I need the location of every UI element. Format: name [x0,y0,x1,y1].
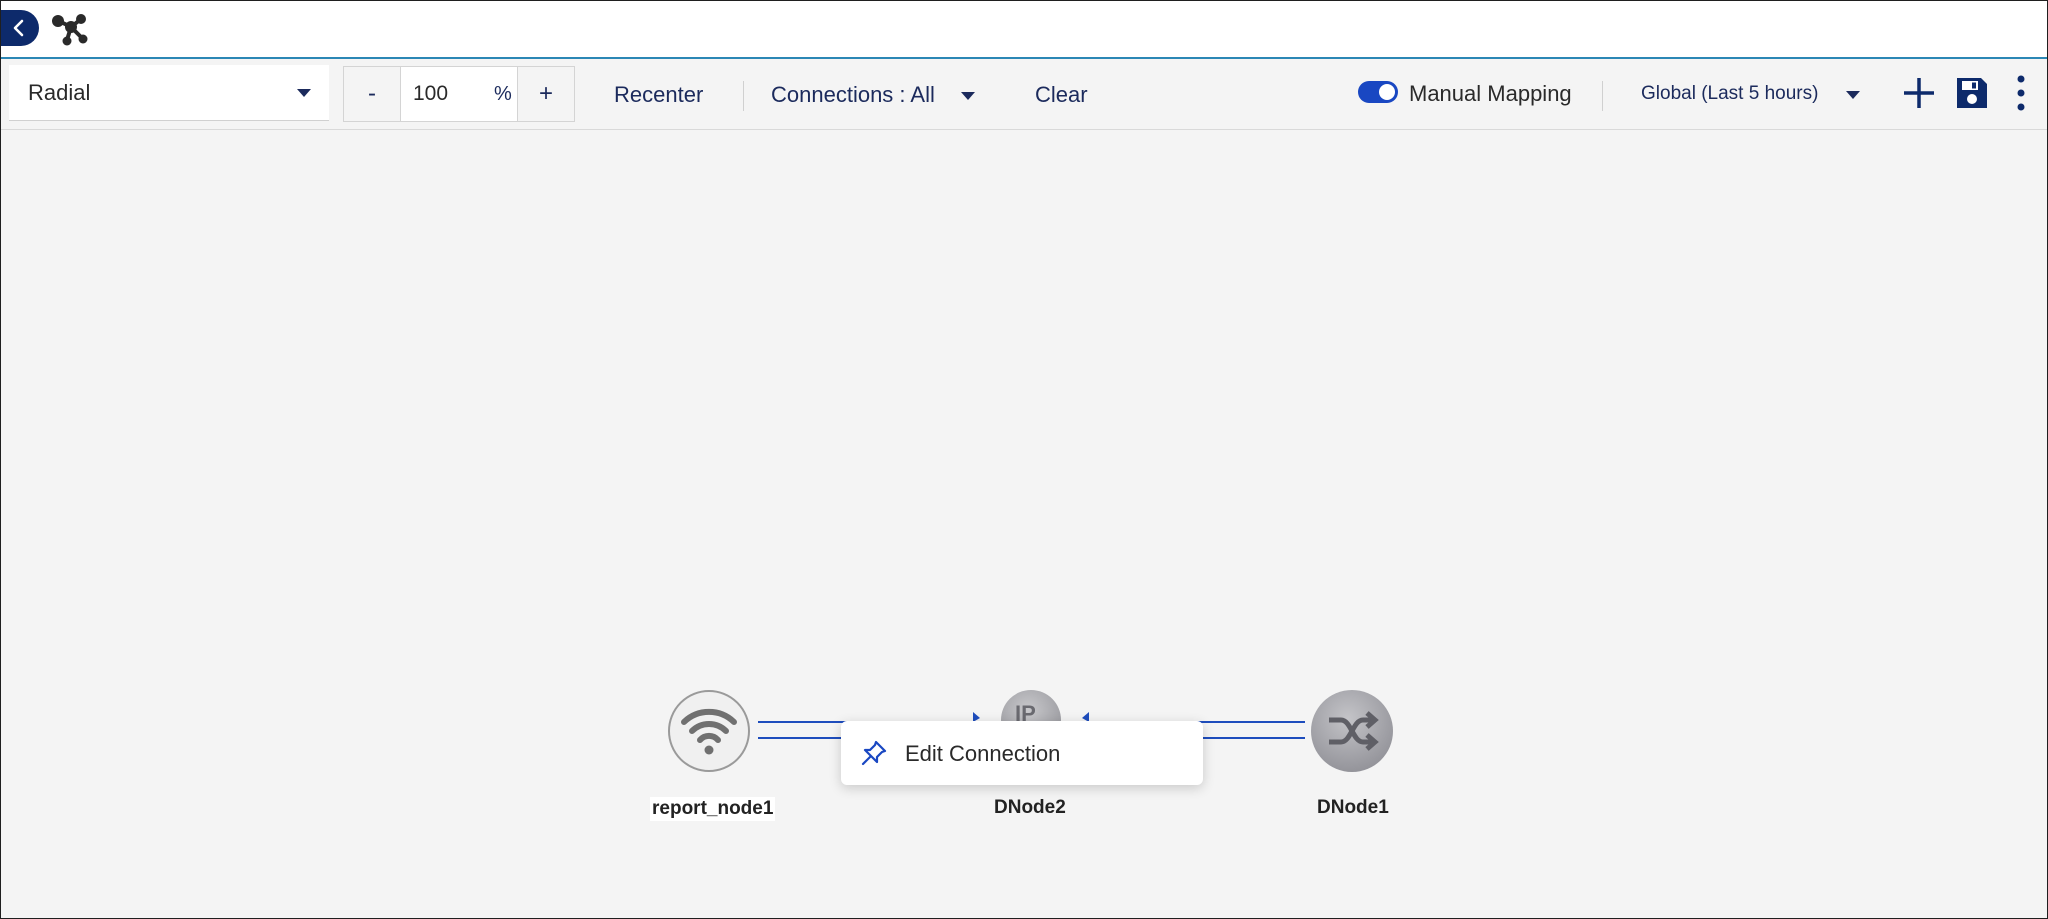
topology-canvas[interactable]: report_node1 IP DNode2 DNode1 Edit Conne… [1,130,2047,918]
time-range-label: Global (Last 5 hours) [1641,83,1819,104]
top-header [1,1,2047,59]
zoom-percent-label: % [494,83,512,105]
chevron-down-icon [961,92,975,100]
clear-button[interactable]: Clear [1035,82,1088,108]
kebab-icon[interactable] [2013,73,2029,113]
zoom-control: - % + [343,66,575,122]
node-label: report_node1 [650,797,776,821]
chevron-down-icon [1846,91,1860,99]
chevron-down-icon [297,89,311,97]
toolbar-divider [1602,81,1603,111]
map-node[interactable] [1311,690,1393,772]
layout-select-value: Radial [28,80,91,105]
topology-icon [52,14,88,46]
back-button[interactable] [1,10,39,46]
map-node[interactable] [668,690,750,772]
zoom-out-button[interactable]: - [344,67,401,121]
chevron-left-icon [13,19,24,37]
manual-mapping-label: Manual Mapping [1409,81,1572,106]
shuffle-icon [1329,711,1379,751]
connections-dropdown[interactable]: Connections : All [771,69,981,119]
connections-label: Connections : All [771,82,935,107]
time-range-dropdown[interactable]: Global (Last 5 hours) [1641,69,1861,119]
map-toolbar: Radial - % + Recenter Connections : All … [1,59,2047,130]
recenter-button[interactable]: Recenter [614,82,703,108]
toolbar-divider [743,81,744,111]
toggle-knob [1379,84,1395,100]
context-menu: Edit Connection [841,721,1203,785]
app-frame: Radial - % + Recenter Connections : All … [0,0,2048,919]
pin-icon [861,740,887,766]
node-label: DNode2 [994,797,1066,818]
edit-connection-menu-item[interactable]: Edit Connection [841,721,1203,785]
plus-icon[interactable] [1901,75,1937,111]
manual-mapping-toggle[interactable] [1358,81,1398,103]
node-label: DNode1 [1317,797,1389,818]
zoom-in-button[interactable]: + [517,67,574,121]
wifi-icon [681,708,737,755]
save-icon[interactable] [1954,75,1990,111]
menu-item-label: Edit Connection [905,741,1061,766]
layout-select[interactable]: Radial [9,65,329,121]
